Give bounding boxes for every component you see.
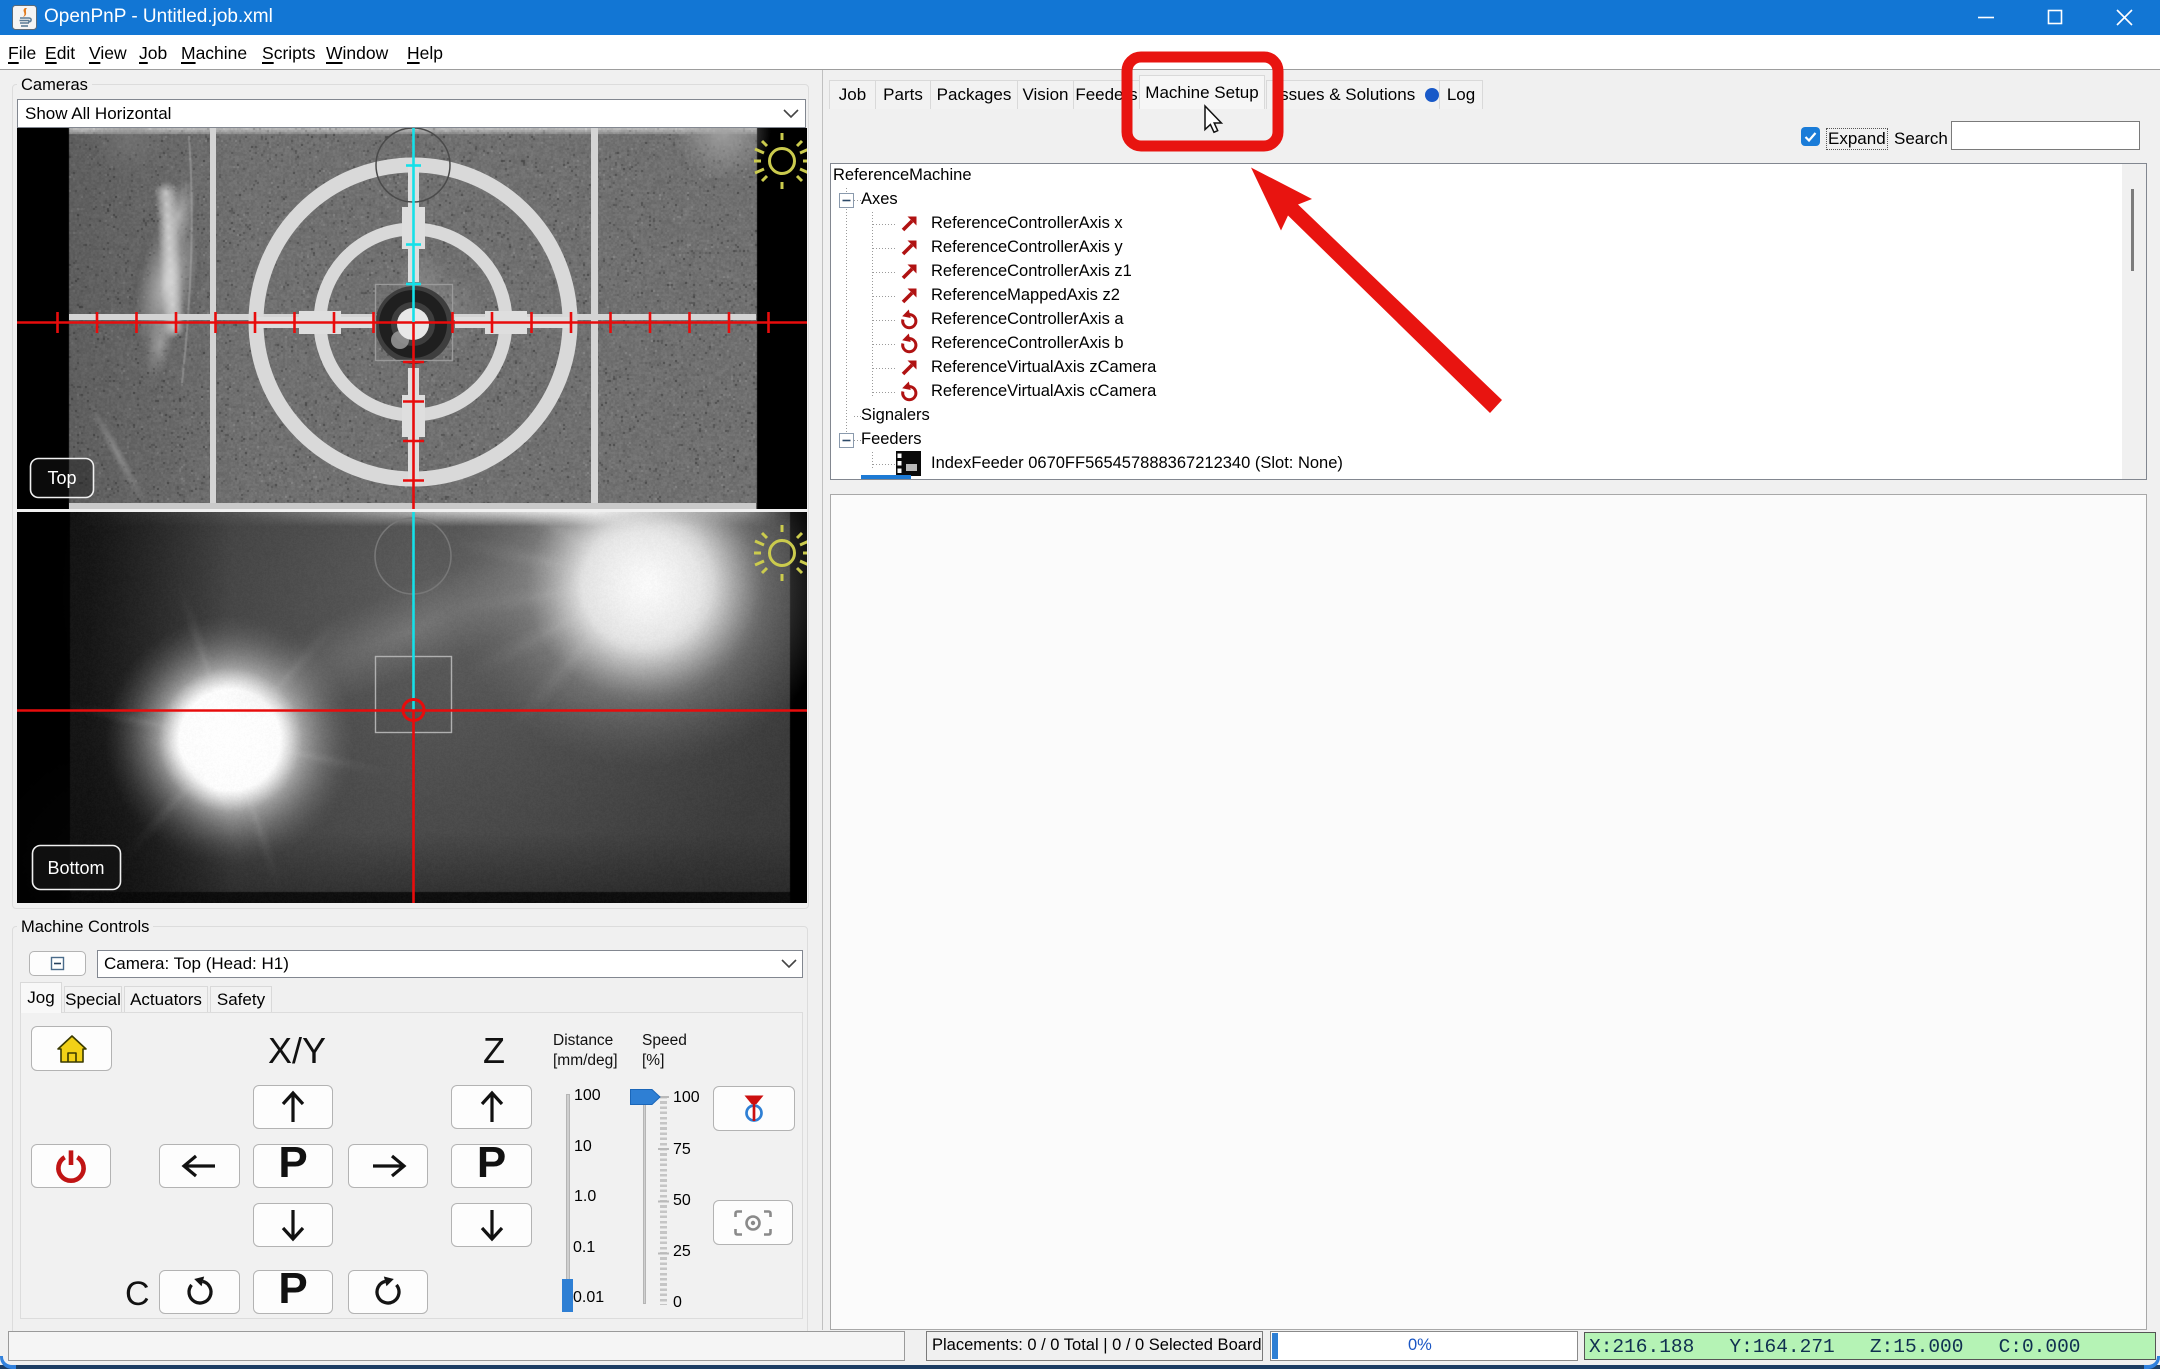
svg-text:Top: Top bbox=[47, 468, 76, 488]
svg-text:Bottom: Bottom bbox=[47, 858, 104, 878]
